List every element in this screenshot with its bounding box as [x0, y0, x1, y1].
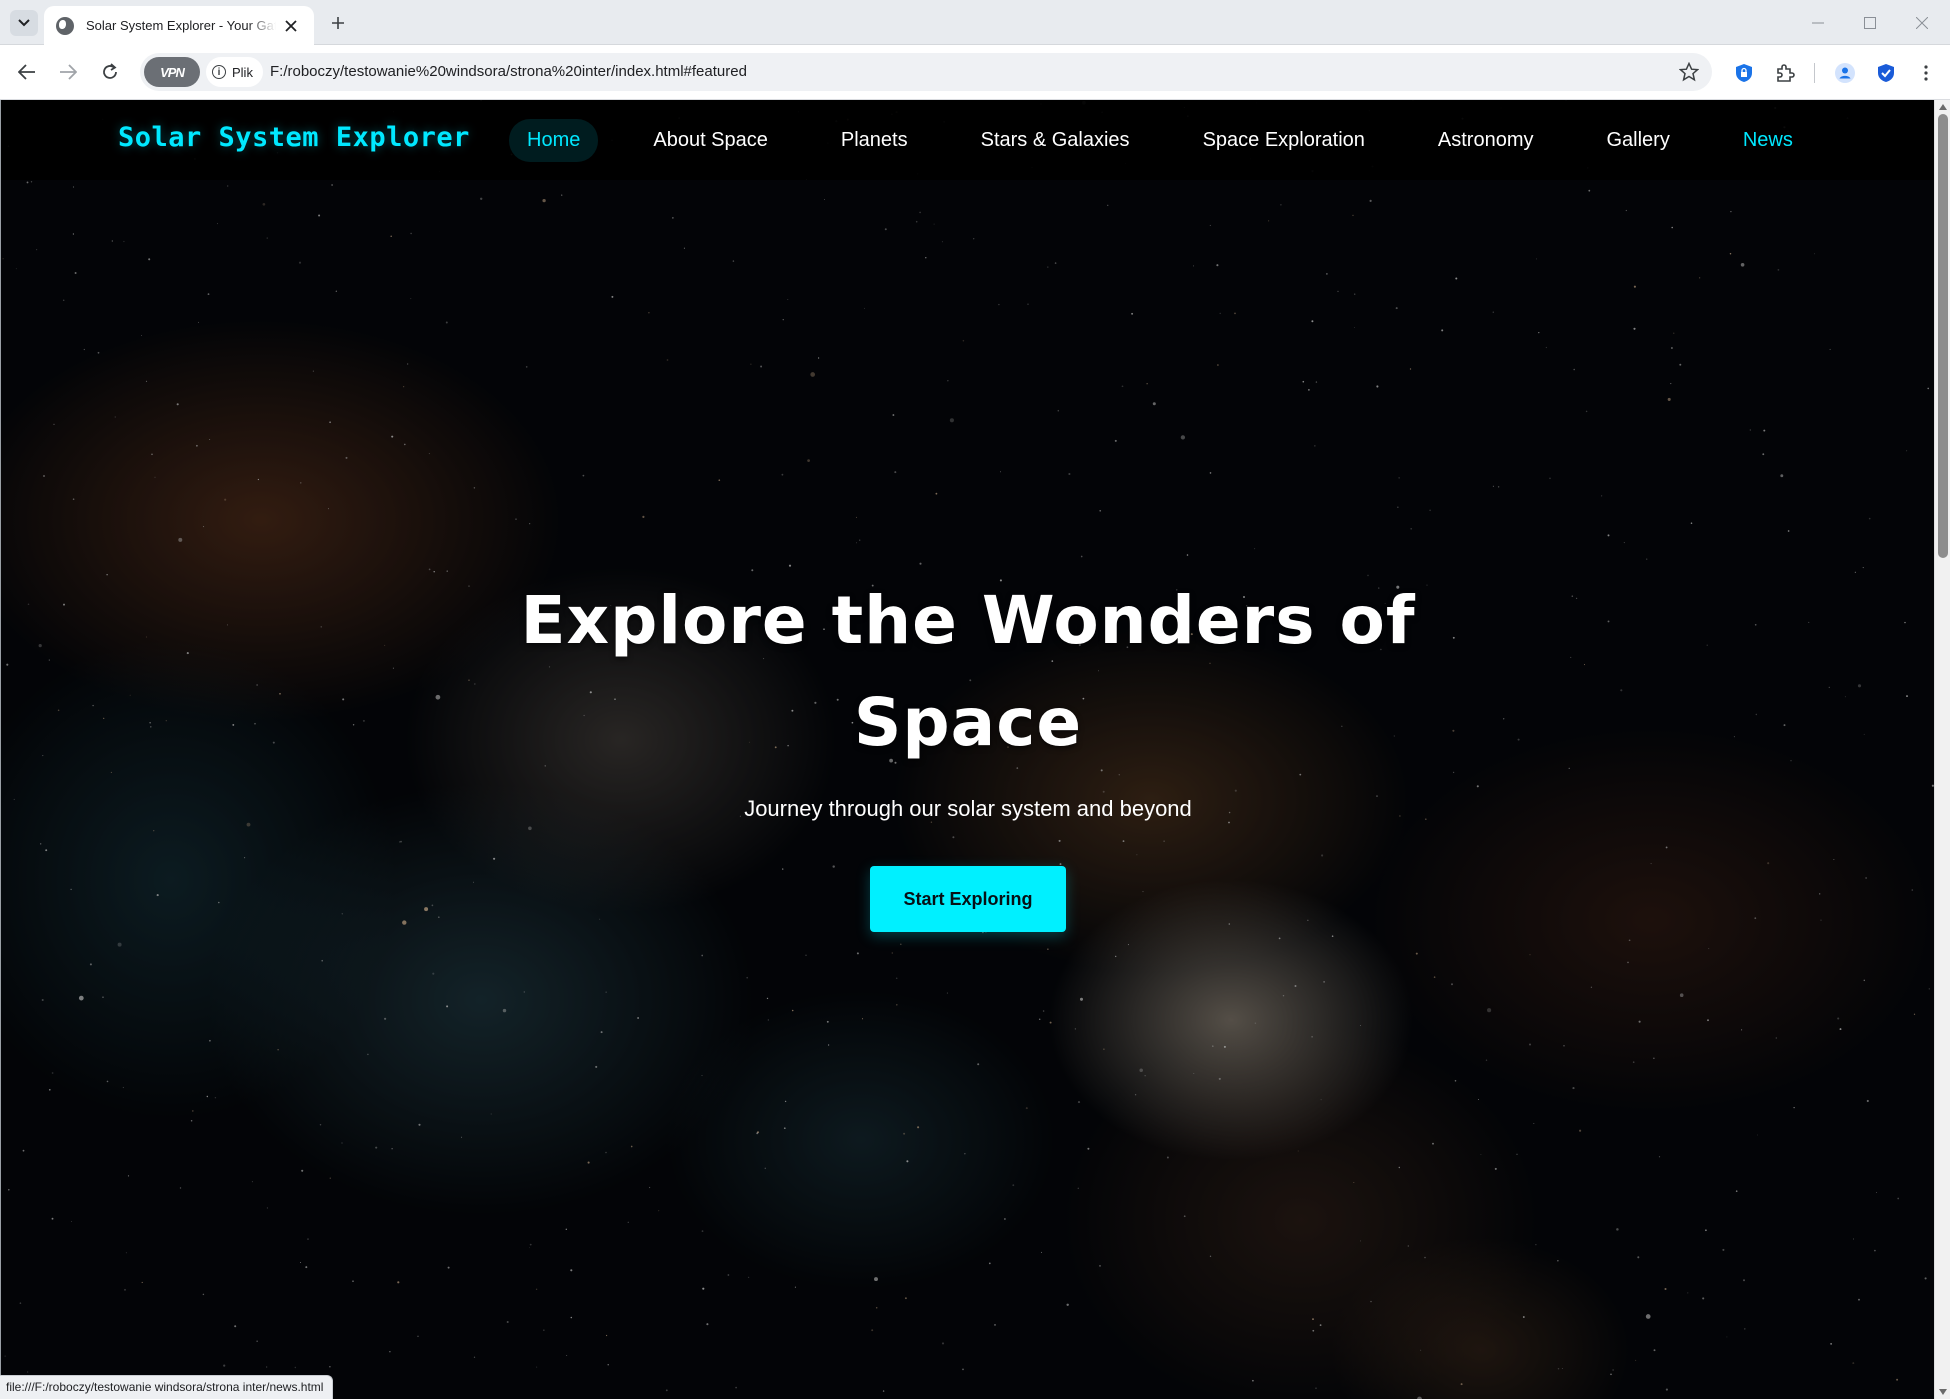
shield-lock-extension-icon[interactable] — [1729, 58, 1759, 88]
profile-avatar-icon[interactable] — [1830, 58, 1860, 88]
vpn-badge[interactable]: VPN — [144, 57, 200, 87]
minimize-window-icon[interactable] — [1800, 8, 1836, 38]
toolbar-divider — [1814, 63, 1815, 83]
shield-check-extension-icon[interactable] — [1871, 58, 1901, 88]
info-icon: i — [212, 65, 226, 79]
new-tab-plus-icon[interactable] — [324, 10, 352, 36]
maximize-window-icon[interactable] — [1852, 8, 1888, 38]
back-arrow-icon[interactable] — [12, 57, 42, 87]
scroll-down-arrow-icon[interactable] — [1939, 1389, 1947, 1395]
hero-section: Explore the Wonders of Space Journey thr… — [1, 100, 1934, 1399]
tab-search-chevron-icon[interactable] — [10, 10, 38, 36]
browser-tab-strip: Solar System Explorer - Your Gateway to … — [0, 0, 1950, 45]
bookmark-star-icon[interactable] — [1676, 59, 1702, 85]
hero-subtitle: Journey through our solar system and bey… — [744, 796, 1192, 821]
page-scrollbar[interactable] — [1934, 100, 1950, 1399]
forward-arrow-icon[interactable] — [53, 57, 83, 87]
scrollbar-thumb[interactable] — [1938, 114, 1948, 558]
kebab-menu-icon[interactable] — [1911, 58, 1941, 88]
reload-icon[interactable] — [95, 57, 125, 87]
puzzle-extensions-icon[interactable] — [1770, 58, 1800, 88]
hero-title-line-1: Explore the Wonders of — [520, 582, 1416, 659]
browser-toolbar: VPN i Plik F:/roboczy/testowanie%20winds… — [0, 45, 1950, 100]
url-text[interactable]: F:/roboczy/testowanie%20windsora/strona%… — [270, 53, 747, 91]
tab-close-icon[interactable] — [280, 15, 302, 37]
site-info-button[interactable]: i Plik — [206, 57, 263, 87]
link-status-bubble: file:///F:/roboczy/testowanie windsora/s… — [0, 1375, 334, 1399]
tab-title: Solar System Explorer - Your Gateway to … — [86, 18, 276, 33]
page-viewport: Solar System Explorer Home About Space Pla… — [0, 100, 1934, 1399]
close-window-icon[interactable] — [1904, 8, 1940, 38]
browser-tab[interactable]: Solar System Explorer - Your Gateway to … — [44, 6, 314, 45]
address-bar[interactable]: VPN i Plik F:/roboczy/testowanie%20winds… — [140, 53, 1712, 91]
scroll-up-arrow-icon[interactable] — [1939, 104, 1947, 110]
hero-title-line-2: Space — [853, 684, 1083, 761]
site-info-label: Plik — [232, 64, 253, 80]
start-exploring-button[interactable]: Start Exploring — [870, 866, 1066, 932]
hero-title: Explore the Wonders of Space — [468, 570, 1468, 774]
globe-icon — [56, 16, 74, 35]
